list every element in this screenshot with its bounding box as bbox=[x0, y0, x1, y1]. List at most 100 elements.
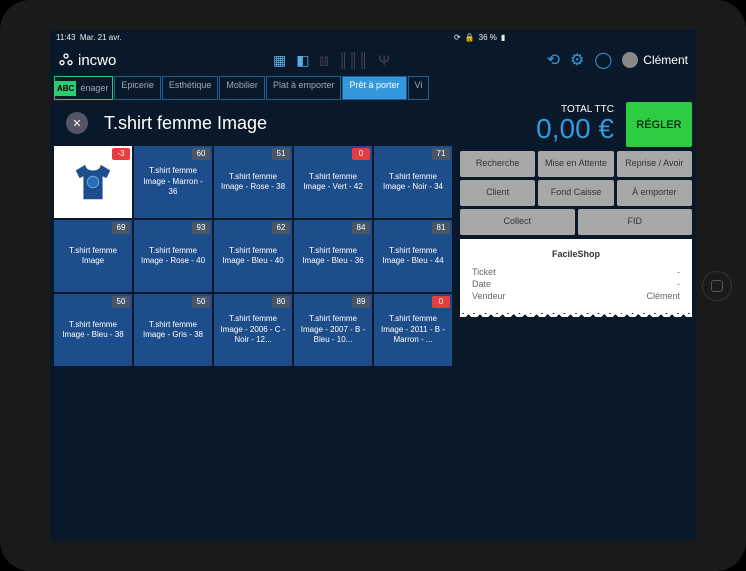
product-grid: -3T.shirt femme Image - Marron - 3660T.s… bbox=[54, 146, 452, 366]
avatar-icon bbox=[622, 52, 638, 68]
tile-label: T.shirt femme Image - 2007 - B - Bleu - … bbox=[298, 314, 368, 345]
tab-esthétique[interactable]: Esthétique bbox=[162, 76, 219, 100]
stock-badge: 50 bbox=[192, 296, 210, 308]
product-tile[interactable]: T.shirt femme Image - Rose - 40 93 bbox=[134, 220, 212, 292]
stock-badge: 84 bbox=[352, 222, 370, 234]
tab-vi[interactable]: Vi bbox=[408, 76, 430, 100]
tile-label: T.shirt femme Image - 2011 - B - Marron … bbox=[378, 314, 448, 345]
header-right: ⟲ ⚙ ◯ Clément bbox=[547, 50, 688, 70]
logo[interactable]: incwo bbox=[58, 52, 116, 69]
header-toolbar: ▦ ◧ ⫾⫾ ║║║ Ψ bbox=[273, 52, 390, 69]
user-name: Clément bbox=[643, 53, 688, 67]
tile-label: T.shirt femme Image - Gris - 38 bbox=[138, 320, 208, 341]
total-amount: 0,00 € bbox=[468, 115, 614, 143]
receipt-line: Date- bbox=[472, 279, 680, 289]
refresh-icon[interactable]: ⟲ bbox=[547, 50, 560, 70]
tag-icon[interactable]: ◧ bbox=[296, 52, 309, 69]
stock-badge: 0 bbox=[432, 296, 450, 308]
stock-badge: 0 bbox=[352, 148, 370, 160]
tile-label: T.shirt femme Image - Bleu - 38 bbox=[58, 320, 128, 341]
gear-icon[interactable]: ⚙ bbox=[570, 50, 584, 70]
product-panel: ✕ T.shirt femme Image -3 T.shirt femme Im… bbox=[50, 100, 456, 541]
stock-badge: 80 bbox=[272, 296, 290, 308]
product-tile[interactable]: T.shirt femme Image - Bleu - 38 50 bbox=[54, 294, 132, 366]
status-bar: 11:43 Mar. 21 avr. ⟳ 🔒 36 % ▮ bbox=[50, 30, 696, 44]
grid-icon[interactable]: ▦ bbox=[273, 52, 286, 69]
product-tile[interactable]: T.shirt femme Image - Vert - 42 0 bbox=[294, 146, 372, 218]
tab-plat-à-emporter[interactable]: Plat à emporter bbox=[266, 76, 342, 100]
tile-label: T.shirt femme Image - Marron - 36 bbox=[138, 166, 208, 197]
receipt-shop: FacileShop bbox=[472, 249, 680, 259]
product-tile[interactable]: -3 bbox=[54, 146, 132, 218]
tile-label: T.shirt femme Image - Bleu - 44 bbox=[378, 246, 448, 267]
tile-label: T.shirt femme Image bbox=[58, 246, 128, 267]
tile-label: T.shirt femme Image - Vert - 42 bbox=[298, 172, 368, 193]
collect-button[interactable]: Collect bbox=[460, 209, 575, 235]
tab-epicerie[interactable]: Epicerie bbox=[114, 76, 161, 100]
product-tile[interactable]: T.shirt femme Image - Rose - 38 51 bbox=[214, 146, 292, 218]
status-time: 11:43 bbox=[56, 33, 75, 42]
product-tile[interactable]: T.shirt femme Image - Gris - 38 50 bbox=[134, 294, 212, 366]
sync-icon: ⟳ bbox=[454, 33, 461, 42]
product-tile[interactable]: T.shirt femme Image 69 bbox=[54, 220, 132, 292]
tab-mobilier[interactable]: Mobilier bbox=[219, 76, 265, 100]
status-date: Mar. 21 avr. bbox=[80, 33, 122, 42]
tablet-frame: 11:43 Mar. 21 avr. ⟳ 🔒 36 % ▮ incwo ▦ ◧ … bbox=[0, 0, 746, 571]
stock-badge: 89 bbox=[352, 296, 370, 308]
stats-icon[interactable]: ⫾⫾ bbox=[320, 52, 329, 69]
header: incwo ▦ ◧ ⫾⫾ ║║║ Ψ ⟲ ⚙ ◯ Clément bbox=[50, 44, 696, 76]
reprise-avoir-button[interactable]: Reprise / Avoir bbox=[617, 151, 692, 177]
battery-percent: 36 % bbox=[479, 33, 497, 42]
product-tile[interactable]: T.shirt femme Image - 2007 - B - Bleu - … bbox=[294, 294, 372, 366]
stock-badge: -3 bbox=[112, 148, 130, 160]
receipt: FacileShop Ticket- Date- VendeurClément bbox=[460, 239, 692, 313]
tile-label: T.shirt femme Image - 2006 - C - Noir - … bbox=[218, 314, 288, 345]
client-button[interactable]: Client bbox=[460, 180, 535, 206]
stock-badge: 81 bbox=[432, 222, 450, 234]
product-tile[interactable]: T.shirt femme Image - 2006 - C - Noir - … bbox=[214, 294, 292, 366]
orientation-lock-icon: 🔒 bbox=[465, 33, 475, 42]
stock-badge: 71 bbox=[432, 148, 450, 160]
tablet-home-button[interactable] bbox=[702, 271, 732, 301]
product-tile[interactable]: T.shirt femme Image - Noir - 34 71 bbox=[374, 146, 452, 218]
barcode-icon[interactable]: ║║║ bbox=[338, 52, 368, 68]
product-tile[interactable]: T.shirt femme Image - Bleu - 36 84 bbox=[294, 220, 372, 292]
category-tabs: ABCénagerEpicerieEsthétiqueMobilierPlat … bbox=[50, 76, 696, 100]
restaurant-icon[interactable]: Ψ bbox=[378, 52, 390, 68]
total-display: TOTAL TTC 0,00 € bbox=[460, 102, 622, 147]
brand-text: incwo bbox=[78, 52, 116, 69]
product-tile[interactable]: T.shirt femme Image - Bleu - 44 81 bbox=[374, 220, 452, 292]
stock-badge: 62 bbox=[272, 222, 290, 234]
tile-label: T.shirt femme Image - Rose - 38 bbox=[218, 172, 288, 193]
tile-label: T.shirt femme Image - Rose - 40 bbox=[138, 246, 208, 267]
stock-badge: 69 bbox=[112, 222, 130, 234]
category-title: T.shirt femme Image bbox=[104, 113, 267, 134]
receipt-line: Ticket- bbox=[472, 267, 680, 277]
product-tile[interactable]: T.shirt femme Image - Marron - 36 60 bbox=[134, 146, 212, 218]
stock-badge: 93 bbox=[192, 222, 210, 234]
tab-prêt-à-porter[interactable]: Prêt à porter bbox=[342, 76, 406, 100]
logo-icon bbox=[58, 52, 74, 68]
receipt-line: VendeurClément bbox=[472, 291, 680, 301]
fid-button[interactable]: FID bbox=[578, 209, 693, 235]
product-tile[interactable]: T.shirt femme Image - 2011 - B - Marron … bbox=[374, 294, 452, 366]
stock-badge: 51 bbox=[272, 148, 290, 160]
mise-en-attente-button[interactable]: Mise en Attente bbox=[538, 151, 613, 177]
product-tile[interactable]: T.shirt femme Image - Bleu - 40 62 bbox=[214, 220, 292, 292]
screen: 11:43 Mar. 21 avr. ⟳ 🔒 36 % ▮ incwo ▦ ◧ … bbox=[50, 30, 696, 541]
-emporter-button[interactable]: À emporter bbox=[617, 180, 692, 206]
pay-button[interactable]: RÉGLER bbox=[626, 102, 692, 147]
tile-label: T.shirt femme Image - Noir - 34 bbox=[378, 172, 448, 193]
abc-badge: ABC bbox=[55, 81, 76, 96]
fond-caisse-button[interactable]: Fond Caisse bbox=[538, 180, 613, 206]
tab-énager[interactable]: ABCénager bbox=[54, 76, 113, 100]
stock-badge: 50 bbox=[112, 296, 130, 308]
tile-label: T.shirt femme Image - Bleu - 36 bbox=[298, 246, 368, 267]
user-menu[interactable]: Clément bbox=[622, 52, 688, 68]
tile-label: T.shirt femme Image - Bleu - 40 bbox=[218, 246, 288, 267]
battery-icon: ▮ bbox=[501, 33, 505, 42]
recherche-button[interactable]: Recherche bbox=[460, 151, 535, 177]
support-icon[interactable]: ◯ bbox=[594, 50, 612, 70]
stock-badge: 60 bbox=[192, 148, 210, 160]
close-category-button[interactable]: ✕ bbox=[66, 112, 88, 134]
